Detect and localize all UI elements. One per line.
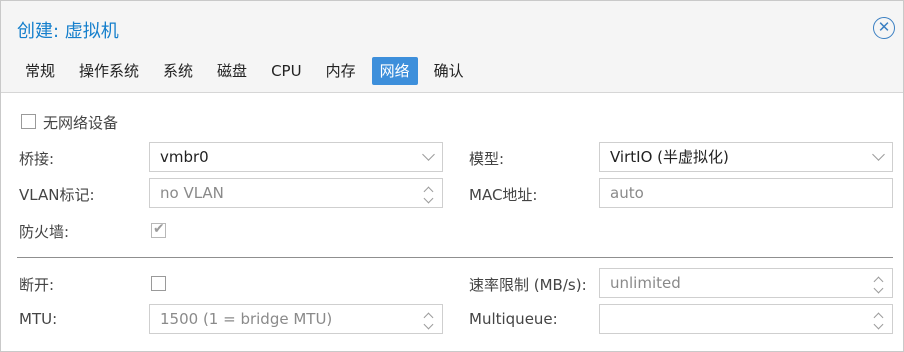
- tab-confirm[interactable]: 确认: [426, 57, 472, 85]
- model-value: VirtIO (半虚拟化): [610, 148, 729, 166]
- vlan-label: VLAN标记:: [19, 186, 95, 204]
- mac-address-input[interactable]: auto: [599, 178, 893, 208]
- spinner-icon: [873, 311, 883, 329]
- disconnect-checkbox[interactable]: [151, 276, 166, 291]
- mtu-label: MTU:: [19, 310, 58, 328]
- tab-general[interactable]: 常规: [17, 57, 63, 85]
- multiqueue-spinner[interactable]: [864, 305, 892, 333]
- vlan-placeholder: no VLAN: [160, 184, 224, 202]
- rate-limit-label: 速率限制 (MB/s):: [469, 276, 587, 294]
- spinner-icon: [423, 185, 433, 203]
- mac-value: auto: [610, 184, 644, 202]
- mtu-placeholder: 1500 (1 = bridge MTU): [160, 310, 333, 328]
- chevron-down-icon: [871, 148, 885, 161]
- close-button[interactable]: ✕: [873, 17, 895, 39]
- dialog-title: 创建: 虚拟机: [17, 21, 119, 42]
- chevron-down-icon: [421, 148, 435, 161]
- bridge-dropdown-trigger[interactable]: [414, 143, 442, 171]
- vlan-tag-input[interactable]: no VLAN: [149, 178, 443, 208]
- mtu-spinner[interactable]: [414, 305, 442, 333]
- vlan-spinner[interactable]: [414, 179, 442, 207]
- spinner-icon: [873, 275, 883, 293]
- mtu-input[interactable]: 1500 (1 = bridge MTU): [149, 304, 443, 334]
- tab-os[interactable]: 操作系统: [71, 57, 147, 85]
- firewall-checkbox[interactable]: ✔: [151, 221, 166, 238]
- bridge-label: 桥接:: [19, 150, 55, 168]
- no-network-device-label: 无网络设备: [43, 114, 119, 132]
- tab-system[interactable]: 系统: [155, 57, 201, 85]
- spinner-icon: [423, 311, 433, 329]
- model-select[interactable]: VirtIO (半虚拟化): [599, 142, 893, 172]
- section-divider: [17, 257, 893, 258]
- firewall-label: 防火墙:: [19, 223, 70, 241]
- disconnect-label: 断开:: [19, 276, 55, 294]
- multiqueue-label: Multiqueue:: [469, 310, 558, 328]
- network-panel: 无网络设备 桥接: vmbr0 模型: VirtIO (半虚拟化) VLAN标记…: [1, 93, 903, 351]
- tab-bar: 常规 操作系统 系统 磁盘 CPU 内存 网络 确认: [17, 57, 480, 85]
- create-vm-dialog: 创建: 虚拟机 ✕ 常规 操作系统 系统 磁盘 CPU 内存 网络 确认 无网络…: [0, 0, 904, 352]
- model-dropdown-trigger[interactable]: [864, 143, 892, 171]
- rate-spinner[interactable]: [864, 269, 892, 297]
- tab-network[interactable]: 网络: [371, 57, 418, 85]
- mac-label: MAC地址:: [469, 186, 538, 204]
- multiqueue-input[interactable]: [599, 304, 893, 334]
- tab-cpu[interactable]: CPU: [263, 57, 310, 85]
- model-label: 模型:: [469, 150, 505, 168]
- tab-disks[interactable]: 磁盘: [209, 57, 255, 85]
- bridge-select[interactable]: vmbr0: [149, 142, 443, 172]
- rate-placeholder: unlimited: [610, 274, 681, 292]
- bridge-value: vmbr0: [160, 148, 209, 166]
- close-icon: ✕: [877, 18, 891, 36]
- dialog-header: 创建: 虚拟机 ✕ 常规 操作系统 系统 磁盘 CPU 内存 网络 确认: [1, 1, 903, 93]
- no-network-device-checkbox[interactable]: [21, 114, 36, 129]
- tab-memory[interactable]: 内存: [318, 57, 364, 85]
- checkmark-icon: ✔: [153, 221, 165, 237]
- rate-limit-input[interactable]: unlimited: [599, 268, 893, 298]
